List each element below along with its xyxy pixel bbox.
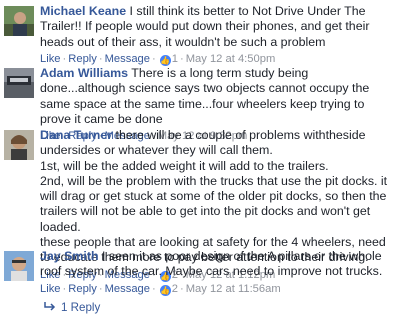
comment-timestamp[interactable]: May 12 at 11:56am	[186, 283, 281, 295]
avatar-image	[4, 251, 34, 281]
avatar-image	[4, 130, 34, 160]
avatar[interactable]	[4, 251, 34, 281]
like-link[interactable]: Like	[40, 53, 61, 65]
comment-author[interactable]: Adam Williams	[40, 66, 128, 80]
avatar[interactable]	[4, 6, 34, 36]
comment-author[interactable]: Michael Keane	[40, 4, 126, 18]
comment-author[interactable]: Jay Smith	[40, 249, 99, 263]
view-replies-link[interactable]: 1 Reply	[44, 301, 100, 314]
reply-arrow-icon	[44, 301, 56, 314]
avatar[interactable]	[4, 68, 34, 98]
avatar[interactable]	[4, 130, 34, 160]
reply-link[interactable]: Reply	[68, 53, 97, 65]
comment-text: Jay Smith I seen it as poor design of th…	[40, 249, 394, 280]
comment-text: Dana Turner there will be a couple of pr…	[40, 128, 394, 159]
comment-text: Michael Keane I still think its better t…	[40, 4, 394, 50]
comment-timestamp[interactable]: May 12 at 4:50pm	[186, 53, 276, 65]
comment-text: Adam Williams There is a long term study…	[40, 66, 394, 127]
comment-meta: Like · Reply · Message · 👍 2 · May 12 at 11:56am	[40, 282, 281, 296]
comment-text-line: 1st, will be the added weight it will ad…	[40, 158, 329, 173]
message-link[interactable]: Message	[105, 53, 150, 65]
avatar-image	[4, 6, 34, 36]
message-link[interactable]: Message	[105, 283, 150, 295]
comment-meta: Like · Reply · Message · 👍 1 · May 12 at 4:50pm	[40, 52, 276, 66]
avatar-image	[4, 68, 34, 98]
like-link[interactable]: Like	[40, 283, 61, 295]
reply-link[interactable]: Reply	[68, 283, 97, 295]
thumbs-up-icon: 👍	[159, 284, 171, 296]
replies-count-label[interactable]: 1 Reply	[61, 301, 100, 314]
thumbs-up-icon: 👍	[159, 54, 171, 66]
comment-author[interactable]: Dana Turner	[40, 128, 112, 142]
comment-text-line: 2nd, will be the problem with the trucks…	[40, 173, 388, 234]
